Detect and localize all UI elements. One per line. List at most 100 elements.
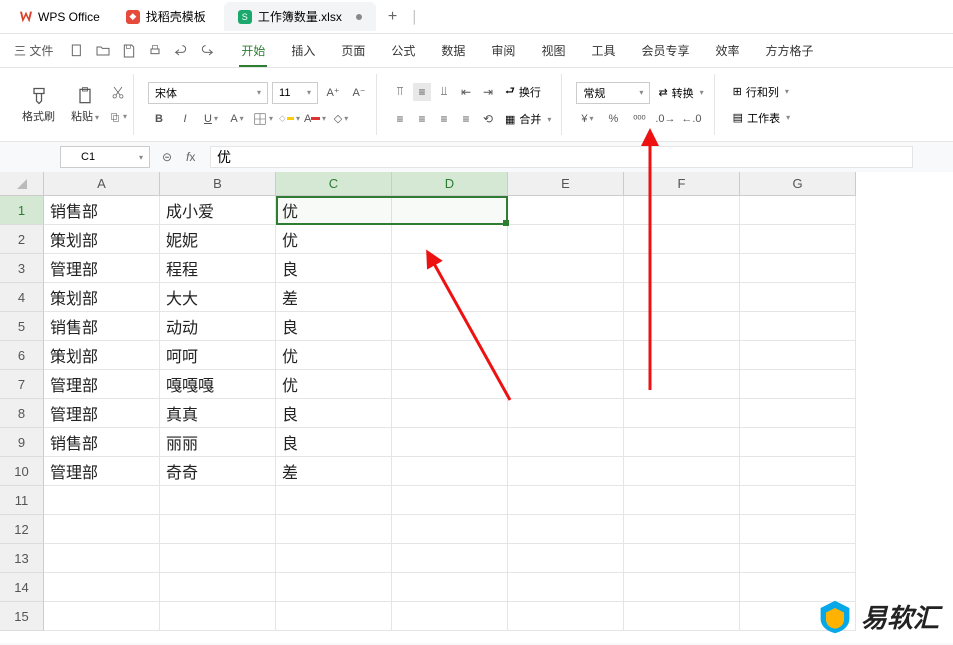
new-icon[interactable] — [69, 43, 85, 59]
cell[interactable] — [44, 486, 160, 515]
cell[interactable] — [392, 254, 508, 283]
font-size-select[interactable]: 11▾ — [272, 82, 318, 104]
cell[interactable]: 奇奇 — [160, 457, 276, 486]
cell[interactable] — [276, 515, 392, 544]
cell[interactable] — [740, 283, 856, 312]
cell[interactable]: 呵呵 — [160, 341, 276, 370]
cell[interactable] — [392, 312, 508, 341]
cell[interactable] — [740, 428, 856, 457]
cell[interactable] — [508, 225, 624, 254]
file-menu[interactable]: 三 文件 — [8, 38, 59, 63]
cell[interactable]: 管理部 — [44, 457, 160, 486]
menu-tab-插入[interactable]: 插入 — [279, 34, 327, 67]
row-header[interactable]: 12 — [0, 515, 44, 544]
cell[interactable]: 管理部 — [44, 254, 160, 283]
add-tab-button[interactable]: + — [378, 8, 407, 26]
cell[interactable] — [740, 370, 856, 399]
cell[interactable] — [392, 428, 508, 457]
cell[interactable] — [624, 573, 740, 602]
row-header[interactable]: 8 — [0, 399, 44, 428]
menu-tab-公式[interactable]: 公式 — [379, 34, 427, 67]
cell[interactable] — [740, 225, 856, 254]
align-center-icon[interactable]: ≡ — [413, 110, 431, 128]
fill-color-button[interactable]: ▾ — [278, 110, 300, 128]
cell[interactable]: 销售部 — [44, 428, 160, 457]
orientation-icon[interactable]: ⟲ — [479, 110, 497, 128]
save-icon[interactable] — [121, 43, 137, 59]
cell[interactable] — [624, 370, 740, 399]
align-bottom-icon[interactable]: ⫫ — [435, 83, 453, 101]
menu-tab-开始[interactable]: 开始 — [229, 34, 277, 67]
cell[interactable] — [624, 544, 740, 573]
redo-icon[interactable] — [199, 43, 215, 59]
col-header-F[interactable]: F — [624, 172, 740, 196]
cell[interactable] — [624, 312, 740, 341]
cell[interactable]: 良 — [276, 254, 392, 283]
cell[interactable]: 成小爱 — [160, 196, 276, 225]
cell[interactable] — [508, 399, 624, 428]
cell[interactable] — [508, 254, 624, 283]
cell[interactable] — [740, 457, 856, 486]
tab-template[interactable]: ◆ 找稻壳模板 — [112, 2, 220, 31]
menu-tab-视图[interactable]: 视图 — [529, 34, 577, 67]
cell[interactable] — [392, 602, 508, 631]
currency-icon[interactable]: ¥▾ — [576, 110, 598, 128]
align-left-icon[interactable]: ≡ — [391, 110, 409, 128]
cell[interactable] — [508, 544, 624, 573]
formula-input[interactable]: 优 — [210, 146, 913, 168]
cell[interactable]: 优 — [276, 370, 392, 399]
cell[interactable] — [740, 196, 856, 225]
font-color-button[interactable]: A▾ — [304, 110, 326, 128]
decrease-decimal-icon[interactable]: ←.0 — [680, 110, 702, 128]
cell[interactable]: 程程 — [160, 254, 276, 283]
cell[interactable]: 真真 — [160, 399, 276, 428]
select-all-corner[interactable] — [0, 172, 44, 196]
cell[interactable]: 差 — [276, 283, 392, 312]
menu-tab-效率[interactable]: 效率 — [703, 34, 751, 67]
cell[interactable] — [624, 486, 740, 515]
cell[interactable] — [508, 457, 624, 486]
cell[interactable]: 策划部 — [44, 283, 160, 312]
row-header[interactable]: 4 — [0, 283, 44, 312]
cell[interactable] — [44, 515, 160, 544]
menu-tab-会员专享[interactable]: 会员专享 — [629, 34, 701, 67]
row-header[interactable]: 6 — [0, 341, 44, 370]
cell[interactable] — [624, 602, 740, 631]
cell[interactable]: 优 — [276, 225, 392, 254]
cell[interactable] — [508, 312, 624, 341]
cell[interactable]: 策划部 — [44, 341, 160, 370]
cell[interactable] — [624, 457, 740, 486]
cell[interactable] — [508, 573, 624, 602]
cell[interactable] — [160, 573, 276, 602]
number-format-select[interactable]: 常规▾ — [576, 82, 650, 104]
cell[interactable]: 良 — [276, 428, 392, 457]
cell[interactable] — [624, 515, 740, 544]
tab-workbook[interactable]: S 工作簿数量.xlsx — [224, 2, 376, 31]
cell[interactable] — [160, 544, 276, 573]
row-header[interactable]: 7 — [0, 370, 44, 399]
menu-tab-工具[interactable]: 工具 — [579, 34, 627, 67]
print-icon[interactable] — [147, 43, 163, 59]
cancel-icon[interactable]: ⊝ — [162, 150, 178, 164]
cell[interactable] — [508, 602, 624, 631]
copy-icon[interactable]: ▾ — [109, 108, 127, 126]
cell[interactable]: 良 — [276, 312, 392, 341]
cell[interactable] — [392, 544, 508, 573]
cell[interactable] — [392, 457, 508, 486]
cell[interactable] — [624, 341, 740, 370]
cell[interactable] — [392, 225, 508, 254]
cell[interactable]: 管理部 — [44, 399, 160, 428]
menu-tab-审阅[interactable]: 审阅 — [479, 34, 527, 67]
cell[interactable]: 优 — [276, 341, 392, 370]
increase-font-icon[interactable]: A⁺ — [322, 84, 344, 102]
cell[interactable] — [740, 254, 856, 283]
row-header[interactable]: 5 — [0, 312, 44, 341]
cell[interactable] — [392, 573, 508, 602]
row-header[interactable]: 14 — [0, 573, 44, 602]
percent-icon[interactable]: % — [602, 110, 624, 128]
cell[interactable] — [392, 370, 508, 399]
cell[interactable] — [740, 312, 856, 341]
cell[interactable] — [508, 370, 624, 399]
cell[interactable] — [508, 283, 624, 312]
cell[interactable] — [624, 399, 740, 428]
